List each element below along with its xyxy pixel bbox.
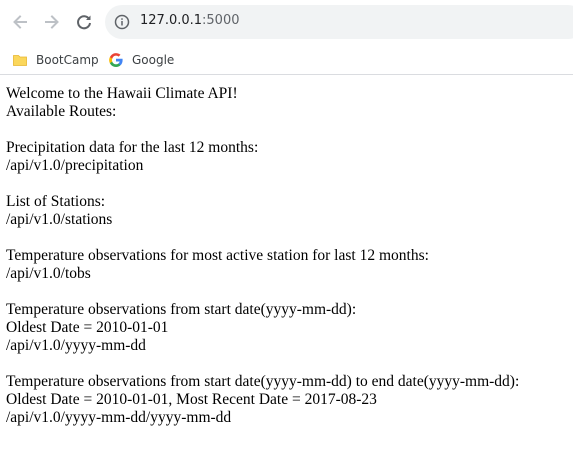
url-text[interactable]: 127.0.0.1:5000 bbox=[140, 13, 240, 28]
reload-button[interactable] bbox=[72, 10, 96, 34]
google-icon bbox=[109, 53, 123, 67]
url-host: 127.0.0.1 bbox=[140, 13, 203, 28]
start-date-oldest: Oldest Date = 2010-01-01 bbox=[6, 319, 169, 336]
tobs-route: /api/v1.0/tobs bbox=[6, 265, 91, 282]
tobs-title: Temperature observations for most active… bbox=[6, 247, 429, 264]
precipitation-route: /api/v1.0/precipitation bbox=[6, 157, 144, 174]
range-title: Temperature observations from start date… bbox=[6, 373, 520, 390]
arrow-left-icon bbox=[13, 15, 27, 29]
bookmark-label: Google bbox=[132, 53, 175, 67]
bookmark-google[interactable]: Google bbox=[108, 49, 174, 71]
welcome-heading: Welcome to the Hawaii Climate API! bbox=[6, 85, 238, 102]
page-content: Welcome to the Hawaii Climate API! Avail… bbox=[6, 85, 566, 427]
bookmark-bootcamp[interactable]: BootCamp bbox=[12, 49, 99, 71]
folder-icon bbox=[13, 55, 27, 66]
url-port: :5000 bbox=[202, 13, 240, 28]
range-route: /api/v1.0/yyyy-mm-dd/yyyy-mm-dd bbox=[6, 409, 232, 426]
start-date-title: Temperature observations from start date… bbox=[6, 301, 357, 318]
bookmarks-bar: BootCamp Google bbox=[0, 44, 573, 75]
start-date-route: /api/v1.0/yyyy-mm-dd bbox=[6, 337, 146, 354]
info-icon[interactable] bbox=[114, 14, 130, 30]
stations-route: /api/v1.0/stations bbox=[6, 211, 113, 228]
back-button[interactable] bbox=[8, 10, 32, 34]
arrow-right-icon bbox=[45, 15, 59, 29]
stations-title: List of Stations: bbox=[6, 193, 106, 210]
forward-button[interactable] bbox=[40, 10, 64, 34]
address-bar[interactable]: 127.0.0.1:5000 bbox=[105, 5, 573, 39]
bookmark-label: BootCamp bbox=[36, 53, 99, 67]
routes-heading: Available Routes: bbox=[6, 103, 117, 120]
precipitation-title: Precipitation data for the last 12 month… bbox=[6, 139, 259, 156]
browser-toolbar: 127.0.0.1:5000 bbox=[0, 0, 573, 44]
range-dates: Oldest Date = 2010-01-01, Most Recent Da… bbox=[6, 391, 377, 408]
reload-icon bbox=[77, 15, 91, 30]
